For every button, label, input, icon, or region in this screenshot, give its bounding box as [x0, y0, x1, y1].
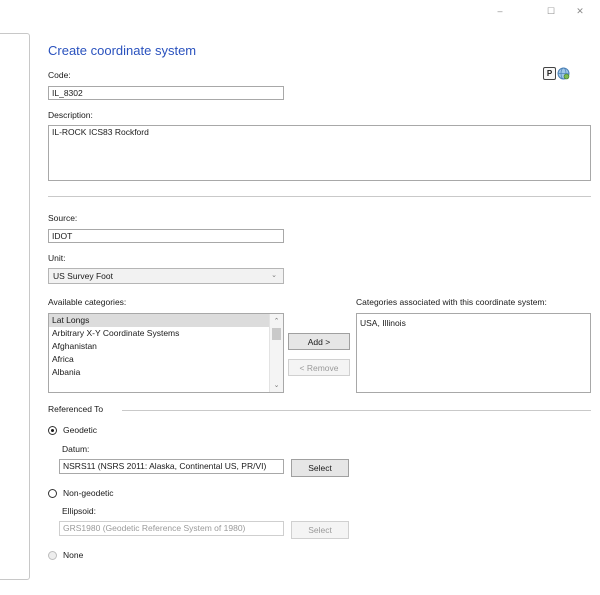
source-input[interactable]: IDOT: [48, 229, 284, 243]
datum-label: Datum:: [62, 444, 90, 454]
geodetic-radio[interactable]: [48, 426, 57, 435]
none-radio[interactable]: [48, 551, 57, 560]
associated-categories-list[interactable]: USA, Illinois: [356, 313, 591, 393]
none-label[interactable]: None: [63, 550, 83, 560]
divider: [48, 196, 591, 197]
unit-select[interactable]: US Survey Foot ⌄: [48, 268, 284, 284]
globe-icon[interactable]: [557, 67, 570, 80]
maximize-button[interactable]: ☐: [537, 0, 565, 22]
source-label: Source:: [48, 213, 78, 223]
datum-select-button[interactable]: Select: [291, 459, 349, 477]
scroll-down-icon[interactable]: ⌄: [270, 379, 283, 391]
referenced-to-label: Referenced To: [48, 404, 104, 414]
available-categories-label: Available categories:: [48, 297, 127, 307]
list-item[interactable]: Arbitrary X-Y Coordinate Systems: [49, 327, 283, 340]
minimize-button[interactable]: –: [486, 0, 514, 22]
datum-input[interactable]: NSRS11 (NSRS 2011: Alaska, Continental U…: [59, 459, 284, 474]
ellipsoid-label: Ellipsoid:: [62, 506, 97, 516]
list-item[interactable]: Afghanistan: [49, 340, 283, 353]
divider: [122, 410, 591, 411]
add-category-button[interactable]: Add >: [288, 333, 350, 350]
chevron-down-icon: ⌄: [271, 272, 277, 279]
unit-label: Unit:: [48, 253, 66, 263]
code-label: Code:: [48, 70, 71, 80]
ellipsoid-select-button: Select: [291, 521, 349, 539]
page-title: Create coordinate system: [48, 43, 197, 58]
left-panel: [0, 33, 30, 580]
list-item[interactable]: Lat Longs: [49, 314, 283, 327]
scroll-up-icon[interactable]: ⌃: [270, 315, 283, 327]
code-input[interactable]: IL_8302: [48, 86, 284, 100]
non-geodetic-label[interactable]: Non-geodetic: [63, 488, 114, 498]
associated-categories-label: Categories associated with this coordina…: [356, 297, 547, 307]
remove-category-button[interactable]: < Remove: [288, 359, 350, 376]
scroll-thumb[interactable]: [272, 328, 281, 340]
list-item[interactable]: USA, Illinois: [357, 317, 590, 330]
scrollbar[interactable]: ⌃ ⌄: [269, 314, 283, 392]
non-geodetic-radio[interactable]: [48, 489, 57, 498]
maximize-icon: ☐: [546, 5, 556, 16]
close-button[interactable]: ✕: [566, 0, 594, 22]
ellipsoid-input: GRS1980 (Geodetic Reference System of 19…: [59, 521, 284, 536]
available-categories-list[interactable]: Lat Longs Arbitrary X-Y Coordinate Syste…: [48, 313, 284, 393]
projection-icon[interactable]: P: [543, 67, 556, 80]
description-label: Description:: [48, 110, 93, 120]
list-item[interactable]: Africa: [49, 353, 283, 366]
unit-select-value: US Survey Foot: [53, 271, 113, 281]
list-item[interactable]: Albania: [49, 366, 283, 379]
minimize-icon: –: [497, 6, 503, 16]
close-icon: ✕: [576, 5, 584, 16]
geodetic-label[interactable]: Geodetic: [63, 425, 97, 435]
description-input[interactable]: IL-ROCK ICS83 Rockford: [48, 125, 591, 181]
